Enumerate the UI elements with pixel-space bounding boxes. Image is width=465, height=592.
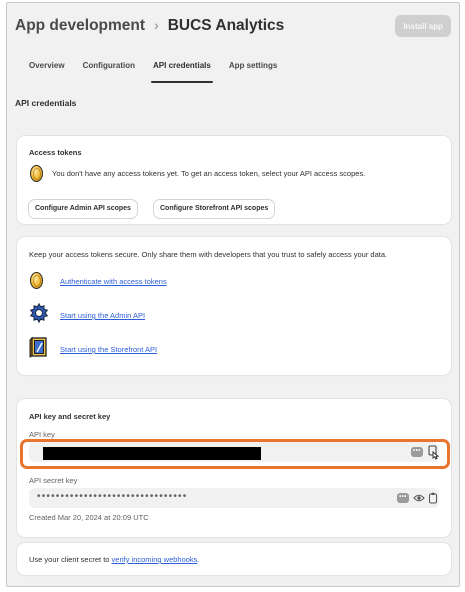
created-timestamp: Created Mar 20, 2024 at 20:09 UTC [29, 513, 149, 522]
gear-icon [29, 303, 49, 323]
tab-api-credentials[interactable]: API credentials [145, 55, 219, 83]
chevron-right-icon: › [154, 17, 159, 33]
page-title: BUCS Analytics [167, 17, 285, 34]
access-tokens-title: Access tokens [29, 148, 82, 157]
api-keys-title: API key and secret key [29, 412, 111, 421]
section-title: API credentials [15, 98, 77, 108]
configure-admin-scopes-button[interactable]: Configure Admin API scopes [29, 200, 137, 218]
webhooks-prefix: Use your client secret to [29, 555, 112, 564]
breadcrumb-parent[interactable]: App development [15, 17, 145, 34]
storefront-book-icon [29, 336, 47, 358]
security-card: Keep your access tokens secure. Only sha… [17, 237, 451, 375]
link-storefront-api[interactable]: Start using the Storefront API [60, 345, 157, 354]
breadcrumb: App development › BUCS Analytics [15, 17, 284, 35]
api-key-label: API key [29, 430, 55, 439]
app-frame: App development › BUCS Analytics Install a… [6, 2, 460, 587]
webhooks-text: Use your client secret to verify incomin… [29, 555, 200, 564]
install-app-button[interactable]: Install app [395, 15, 451, 37]
security-message: Keep your access tokens secure. Only sha… [29, 250, 388, 259]
tab-overview[interactable]: Overview [21, 55, 73, 83]
webhooks-suffix: . [197, 555, 200, 564]
tab-app-settings[interactable]: App settings [221, 55, 285, 83]
api-secret-label: API secret key [29, 476, 78, 485]
api-secret-field[interactable]: •••••••••••••••••••••••••••••••• ••• [29, 488, 439, 508]
coin-icon [30, 272, 43, 289]
tab-configuration[interactable]: Configuration [75, 55, 143, 83]
page-header: App development › BUCS Analytics Install a… [15, 13, 451, 41]
access-tokens-message: You don't have any access tokens yet. To… [52, 169, 366, 178]
tab-bar: Overview Configuration API credentials A… [21, 55, 287, 85]
copy-icon[interactable] [428, 492, 438, 504]
access-tokens-card: Access tokens You don't have any access … [17, 136, 451, 224]
key-badge-icon: ••• [397, 493, 409, 503]
annotation-highlight-box [20, 439, 450, 469]
eye-icon[interactable] [413, 493, 425, 503]
link-admin-api[interactable]: Start using the Admin API [60, 311, 145, 320]
webhooks-card: Use your client secret to verify incomin… [17, 543, 451, 575]
link-verify-webhooks[interactable]: verify incoming webhooks [112, 555, 198, 564]
configure-storefront-scopes-button[interactable]: Configure Storefront API scopes [154, 200, 275, 218]
coin-icon [30, 165, 43, 182]
secret-masked-value: •••••••••••••••••••••••••••••••• [37, 491, 188, 502]
link-authenticate-tokens[interactable]: Authenticate with access tokens [60, 277, 167, 286]
